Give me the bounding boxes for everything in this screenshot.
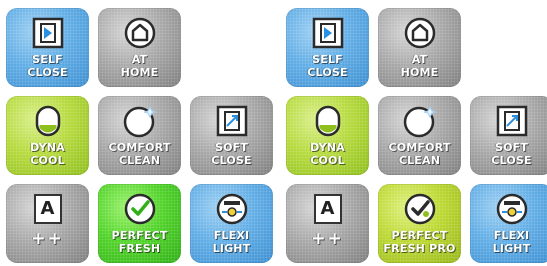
tile-soft-close: SOFT CLOSE xyxy=(470,96,547,175)
tile-label: DYNA COOL xyxy=(310,141,345,167)
check-icon xyxy=(378,190,461,228)
feature-panel-left: SELF CLOSE AT HOME DYNA COOL COMFORT CLE… xyxy=(6,8,278,266)
tile-dyna-cool: DYNA COOL xyxy=(286,96,369,175)
tile-energy-class: A ++ xyxy=(6,184,89,263)
flexi-light-icon xyxy=(470,190,547,228)
tile-flexi-light: FLEXI LIGHT xyxy=(190,184,273,263)
energy-class-plus: ++ xyxy=(31,229,64,249)
tile-label: PERFECT FRESH PRO xyxy=(383,229,456,255)
comfort-clean-icon xyxy=(98,102,181,140)
tile-label: SOFT CLOSE xyxy=(211,141,252,167)
dyna-cool-icon xyxy=(6,102,89,140)
tile-soft-close: SOFT CLOSE xyxy=(190,96,273,175)
comfort-clean-icon xyxy=(378,102,461,140)
tile-label: AT HOME xyxy=(120,53,159,79)
tile-perfect-fresh-pro: PERFECT FRESH PRO xyxy=(378,184,461,263)
tile-self-close: SELF CLOSE xyxy=(286,8,369,87)
tile-flexi-light: FLEXI LIGHT xyxy=(470,184,547,263)
energy-class-plus: ++ xyxy=(311,229,344,249)
tile-perfect-fresh: PERFECT FRESH xyxy=(98,184,181,263)
tile-label: COMFORT CLEAN xyxy=(108,141,171,167)
tile-at-home: AT HOME xyxy=(98,8,181,87)
tile-label: DYNA COOL xyxy=(30,141,65,167)
check-icon xyxy=(98,190,181,228)
tile-label: SELF CLOSE xyxy=(27,53,68,79)
soft-close-icon xyxy=(470,102,547,140)
flexi-light-icon xyxy=(190,190,273,228)
tile-dyna-cool: DYNA COOL xyxy=(6,96,89,175)
tile-comfort-clean: COMFORT CLEAN xyxy=(378,96,461,175)
home-icon xyxy=(98,14,181,52)
tile-label: FLEXI LIGHT xyxy=(212,229,251,255)
tile-label: FLEXI LIGHT xyxy=(492,229,531,255)
tile-label: AT HOME xyxy=(400,53,439,79)
tile-label: PERFECT FRESH xyxy=(111,229,168,255)
energy-class-icon: A xyxy=(6,190,89,228)
tile-energy-class: A ++ xyxy=(286,184,369,263)
tile-self-close: SELF CLOSE xyxy=(6,8,89,87)
dyna-cool-icon xyxy=(286,102,369,140)
home-icon xyxy=(378,14,461,52)
energy-class-letter: A xyxy=(313,194,342,224)
tile-label: SOFT CLOSE xyxy=(491,141,532,167)
energy-class-letter: A xyxy=(33,194,62,224)
tile-comfort-clean: COMFORT CLEAN xyxy=(98,96,181,175)
tile-label: SELF CLOSE xyxy=(307,53,348,79)
energy-class-icon: A xyxy=(286,190,369,228)
self-close-icon xyxy=(286,14,369,52)
tile-label: COMFORT CLEAN xyxy=(388,141,451,167)
self-close-icon xyxy=(6,14,89,52)
tile-at-home: AT HOME xyxy=(378,8,461,87)
feature-panel-right: SELF CLOSE AT HOME DYNA COOL COMFORT CLE… xyxy=(286,8,547,266)
soft-close-icon xyxy=(190,102,273,140)
